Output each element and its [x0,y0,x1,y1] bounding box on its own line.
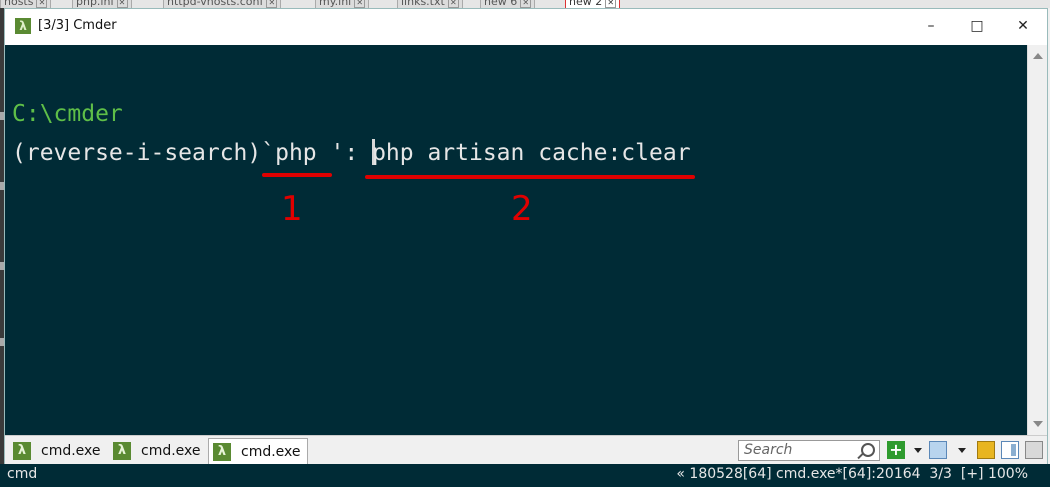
lambda-icon: λ [213,443,231,461]
cmder-window: λ [3/3] Cmder – □ ✕ C:\cmder (reverse-i-… [4,8,1048,485]
bg-tab-httpd-vhosts[interactable]: httpd-vhosts.conf ✕ [163,0,282,8]
status-bar: cmd « 180528[64] cmd.exe*[64]:20164 3/3 … [0,464,1050,487]
close-icon[interactable]: ✕ [520,0,532,8]
annotation-underline-1 [262,173,332,177]
chevron-down-icon[interactable] [958,448,966,453]
lambda-icon: λ [113,442,131,460]
status-console-name: cmd [7,466,38,482]
search-prefix: (reverse-i-search)` [12,140,276,166]
close-icon[interactable]: ✕ [116,0,128,8]
minimize-button[interactable]: – [908,9,954,43]
search-query: php ' [275,140,345,166]
console-tab-1[interactable]: λ cmd.exe [9,438,105,464]
maximize-button[interactable]: □ [954,9,1000,43]
new-console-button[interactable]: + [887,441,905,459]
bg-tab-hosts[interactable]: hosts ✕ [0,0,52,8]
terminal-console[interactable]: C:\cmder (reverse-i-search)`php ': php a… [5,45,1027,435]
close-icon[interactable]: ✕ [266,0,278,8]
background-tab-strip: hosts ✕ php.ini ✕ httpd-vhosts.conf ✕ my.in… [0,0,1050,8]
close-icon[interactable]: ✕ [605,0,617,8]
menu-icon[interactable] [1025,441,1043,459]
prompt-path: C:\cmder [12,101,123,127]
close-icon[interactable]: ✕ [36,0,48,8]
bg-tab-new-2[interactable]: new 2 ✕ [565,0,621,8]
status-info: « 180528[64] cmd.exe*[64]:20164 3/3 [+] … [676,466,1028,482]
title-bar[interactable]: λ [3/3] Cmder – □ ✕ [5,9,1047,45]
annotation-number-2: 2 [511,189,533,229]
console-tab-2[interactable]: λ cmd.exe [109,438,205,464]
chevron-down-icon[interactable] [914,448,922,453]
search-separator: : [344,140,373,166]
bg-tab-links-txt[interactable]: links.txt ✕ [397,0,463,8]
bg-tab-my-ini[interactable]: my.ini ✕ [315,0,370,8]
lambda-icon[interactable]: λ [15,18,31,34]
bg-tab-php-ini[interactable]: php.ini ✕ [72,0,132,8]
console-tab-3[interactable]: λ cmd.exe [208,438,308,464]
close-icon[interactable]: ✕ [354,0,366,8]
annotation-number-1: 1 [281,189,303,229]
annotation-underline-2 [365,175,695,179]
lock-icon[interactable] [977,441,995,459]
close-button[interactable]: ✕ [1000,9,1046,43]
reverse-search-line: (reverse-i-search)`php ': php artisan ca… [12,139,691,166]
console-tab-bar: λ cmd.exe λ cmd.exe λ cmd.exe Search + [5,435,1047,465]
window-list-icon[interactable] [929,441,947,459]
search-result: php artisan cache:clear [372,140,691,166]
bg-tab-new-6[interactable]: new 6 ✕ [480,0,536,8]
vertical-scrollbar[interactable] [1027,45,1047,435]
scroll-up-icon[interactable] [1033,53,1043,59]
close-icon[interactable]: ✕ [447,0,459,8]
scroll-down-icon[interactable] [1033,421,1043,427]
window-title: [3/3] Cmder [38,18,117,33]
lambda-icon: λ [13,442,31,460]
search-icon[interactable] [861,443,875,457]
search-input[interactable]: Search [738,440,880,461]
split-view-icon[interactable] [1001,441,1019,459]
